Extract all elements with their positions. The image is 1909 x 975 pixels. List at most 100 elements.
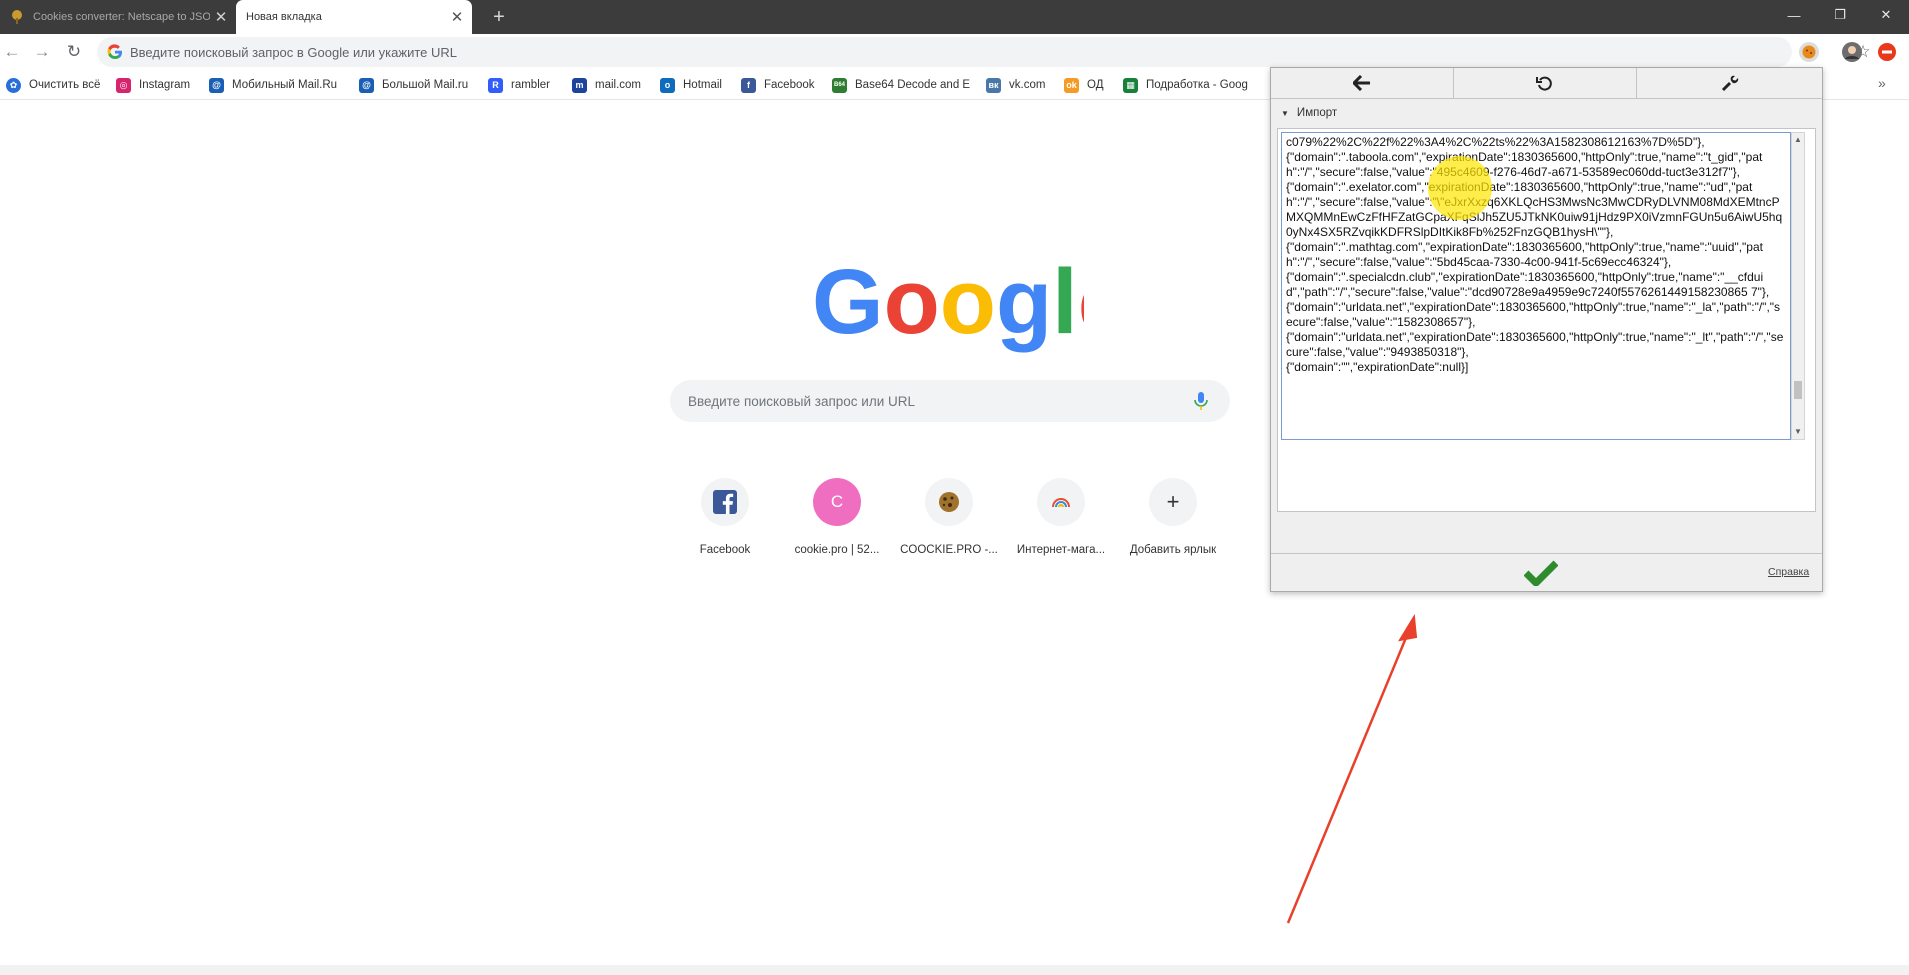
bookmark-clear-all[interactable]: ✿ Очистить всё: [6, 70, 100, 100]
forward-button[interactable]: →: [30, 40, 54, 64]
mailcom-icon: m: [572, 77, 587, 93]
shortcut-label: Добавить ярлык: [1129, 544, 1217, 556]
shortcut-icon-circle: [925, 478, 973, 526]
bookmark-label: ОД: [1087, 79, 1104, 91]
bookmark-label: Base64 Decode and E: [855, 79, 970, 91]
odnoklassniki-icon: ok: [1064, 77, 1079, 93]
triangle-down-icon: ▼: [1281, 108, 1289, 118]
letter-c-icon: C: [813, 478, 861, 526]
textarea-scrollbar[interactable]: ▲ ▼: [1791, 132, 1805, 440]
shortcut-icon-circle: [1037, 478, 1085, 526]
bookmark-label: Мобильный Mail.Ru: [232, 79, 338, 91]
mailru-icon: @: [359, 77, 374, 93]
checkmark-icon: [1524, 560, 1558, 586]
adblock-icon[interactable]: [1875, 40, 1899, 64]
confirm-import-button[interactable]: [1521, 558, 1561, 588]
bookmark-facebook[interactable]: f Facebook: [741, 70, 815, 100]
wrench-icon: [1721, 75, 1738, 92]
cookie-extension-icon[interactable]: [1797, 40, 1821, 64]
shortcut-icon-circle: [701, 478, 749, 526]
import-section-title: Импорт: [1296, 107, 1338, 119]
google-search-box[interactable]: [670, 380, 1230, 422]
bookmark-mailcom[interactable]: m mail.com: [572, 70, 641, 100]
tree-icon: [12, 10, 22, 24]
popup-toolbar: [1271, 68, 1822, 99]
arrow-left-icon: [1353, 75, 1370, 91]
bookmark-hotmail[interactable]: o Hotmail: [660, 70, 722, 100]
bookmark-big-mailru[interactable]: @ Большой Mail.ru: [359, 70, 468, 100]
scroll-down-icon[interactable]: ▼: [1792, 425, 1804, 439]
tab-title: Cookies converter: Netscape to JSON: [33, 11, 210, 23]
scroll-up-icon[interactable]: ▲: [1792, 133, 1804, 147]
address-input[interactable]: [130, 37, 1530, 67]
shortcut-facebook[interactable]: Facebook: [669, 476, 781, 576]
back-button[interactable]: ←: [0, 40, 24, 64]
outlook-icon: o: [660, 77, 675, 93]
help-link[interactable]: Справка: [1768, 566, 1809, 578]
bookmark-label: Facebook: [764, 79, 815, 91]
popup-footer: Справка: [1271, 553, 1822, 591]
bookmark-label: Instagram: [139, 79, 191, 91]
tab-cookies-converter[interactable]: Cookies converter: Netscape to JSON ✕: [0, 0, 236, 34]
cursor-highlight: [1428, 156, 1492, 220]
tab-title: Новая вкладка: [246, 11, 322, 23]
bookmark-label: Hotmail: [683, 79, 722, 91]
omnibox[interactable]: ☆: [97, 37, 1871, 67]
scrollbar-thumb[interactable]: [1794, 381, 1802, 399]
import-panel: ▲ ▼: [1277, 128, 1816, 512]
vk-icon: вк: [986, 77, 1001, 93]
refresh-icon: [1536, 76, 1552, 91]
bookmark-odnoklassniki[interactable]: ok ОД: [1064, 70, 1103, 100]
close-icon[interactable]: ✕: [446, 8, 468, 26]
cookie-icon: [939, 492, 959, 512]
bookmark-mobile-mailru[interactable]: @ Мобильный Mail.Ru: [209, 70, 337, 100]
shortcut-add[interactable]: + Добавить ярлык: [1117, 476, 1229, 576]
bookmark-label: Очистить всё: [29, 79, 101, 91]
rambler-icon: R: [488, 77, 503, 93]
bookmarks-overflow-button[interactable]: »: [1878, 75, 1886, 91]
reload-button[interactable]: ↻: [62, 40, 86, 64]
google-logo: Google: [812, 253, 1084, 353]
popup-refresh-button[interactable]: [1454, 68, 1637, 98]
bookmark-label: mail.com: [595, 79, 642, 91]
bookmark-instagram[interactable]: ◎ Instagram: [116, 70, 190, 100]
cookie-editor-popup: ▼ Импорт ▲ ▼ Справка: [1270, 67, 1823, 592]
bookmark-label: Большой Mail.ru: [382, 79, 469, 91]
tab-new-tab[interactable]: Новая вкладка ✕: [236, 0, 472, 34]
rainbow-icon: [1052, 498, 1070, 508]
bookmark-base64[interactable]: B64 Base64 Decode and E: [832, 70, 970, 100]
popup-settings-button[interactable]: [1637, 68, 1822, 98]
import-section-header[interactable]: ▼ Импорт: [1281, 104, 1337, 122]
shortcut-internet-shop[interactable]: Интернет-мага...: [1005, 476, 1117, 576]
minimize-button[interactable]: —: [1771, 0, 1817, 30]
import-textarea[interactable]: [1281, 132, 1791, 440]
plus-icon: +: [1149, 478, 1197, 526]
window-close-button[interactable]: ✕: [1863, 0, 1909, 30]
shortcut-label: Интернет-мага...: [1016, 544, 1106, 556]
gear-icon: ✿: [6, 77, 21, 93]
facebook-icon: [713, 490, 737, 514]
bookmark-sheets[interactable]: ▦ Подработка - Goog: [1123, 70, 1258, 100]
browser-toolbar: ← → ↻ ☆: [0, 34, 1909, 70]
search-input[interactable]: [688, 380, 1158, 422]
microphone-icon[interactable]: [1193, 391, 1209, 411]
profile-avatar[interactable]: [1840, 40, 1864, 64]
svg-text:Google: Google: [812, 253, 1084, 353]
close-icon[interactable]: ✕: [210, 8, 232, 26]
instagram-icon: ◎: [116, 77, 131, 93]
shortcut-cookie-pro[interactable]: C cookie.pro | 52...: [781, 476, 893, 576]
bookmark-vk[interactable]: вк vk.com: [986, 70, 1045, 100]
shortcut-coockie-pro[interactable]: COOCKIE.PRO -...: [893, 476, 1005, 576]
sheets-icon: ▦: [1123, 77, 1138, 93]
mailru-icon: @: [209, 77, 224, 93]
bookmark-label: rambler: [511, 79, 550, 91]
new-tab-button[interactable]: +: [488, 6, 510, 28]
shortcut-label: cookie.pro | 52...: [794, 544, 880, 556]
bookmark-label: vk.com: [1009, 79, 1046, 91]
bookmark-label: Подработка - Goog: [1146, 79, 1248, 91]
bookmark-rambler[interactable]: R rambler: [488, 70, 550, 100]
popup-back-button[interactable]: [1271, 68, 1454, 98]
shortcut-label: COOCKIE.PRO -...: [900, 544, 998, 556]
shortcut-label: Facebook: [699, 544, 751, 556]
restore-button[interactable]: ❐: [1817, 0, 1863, 30]
